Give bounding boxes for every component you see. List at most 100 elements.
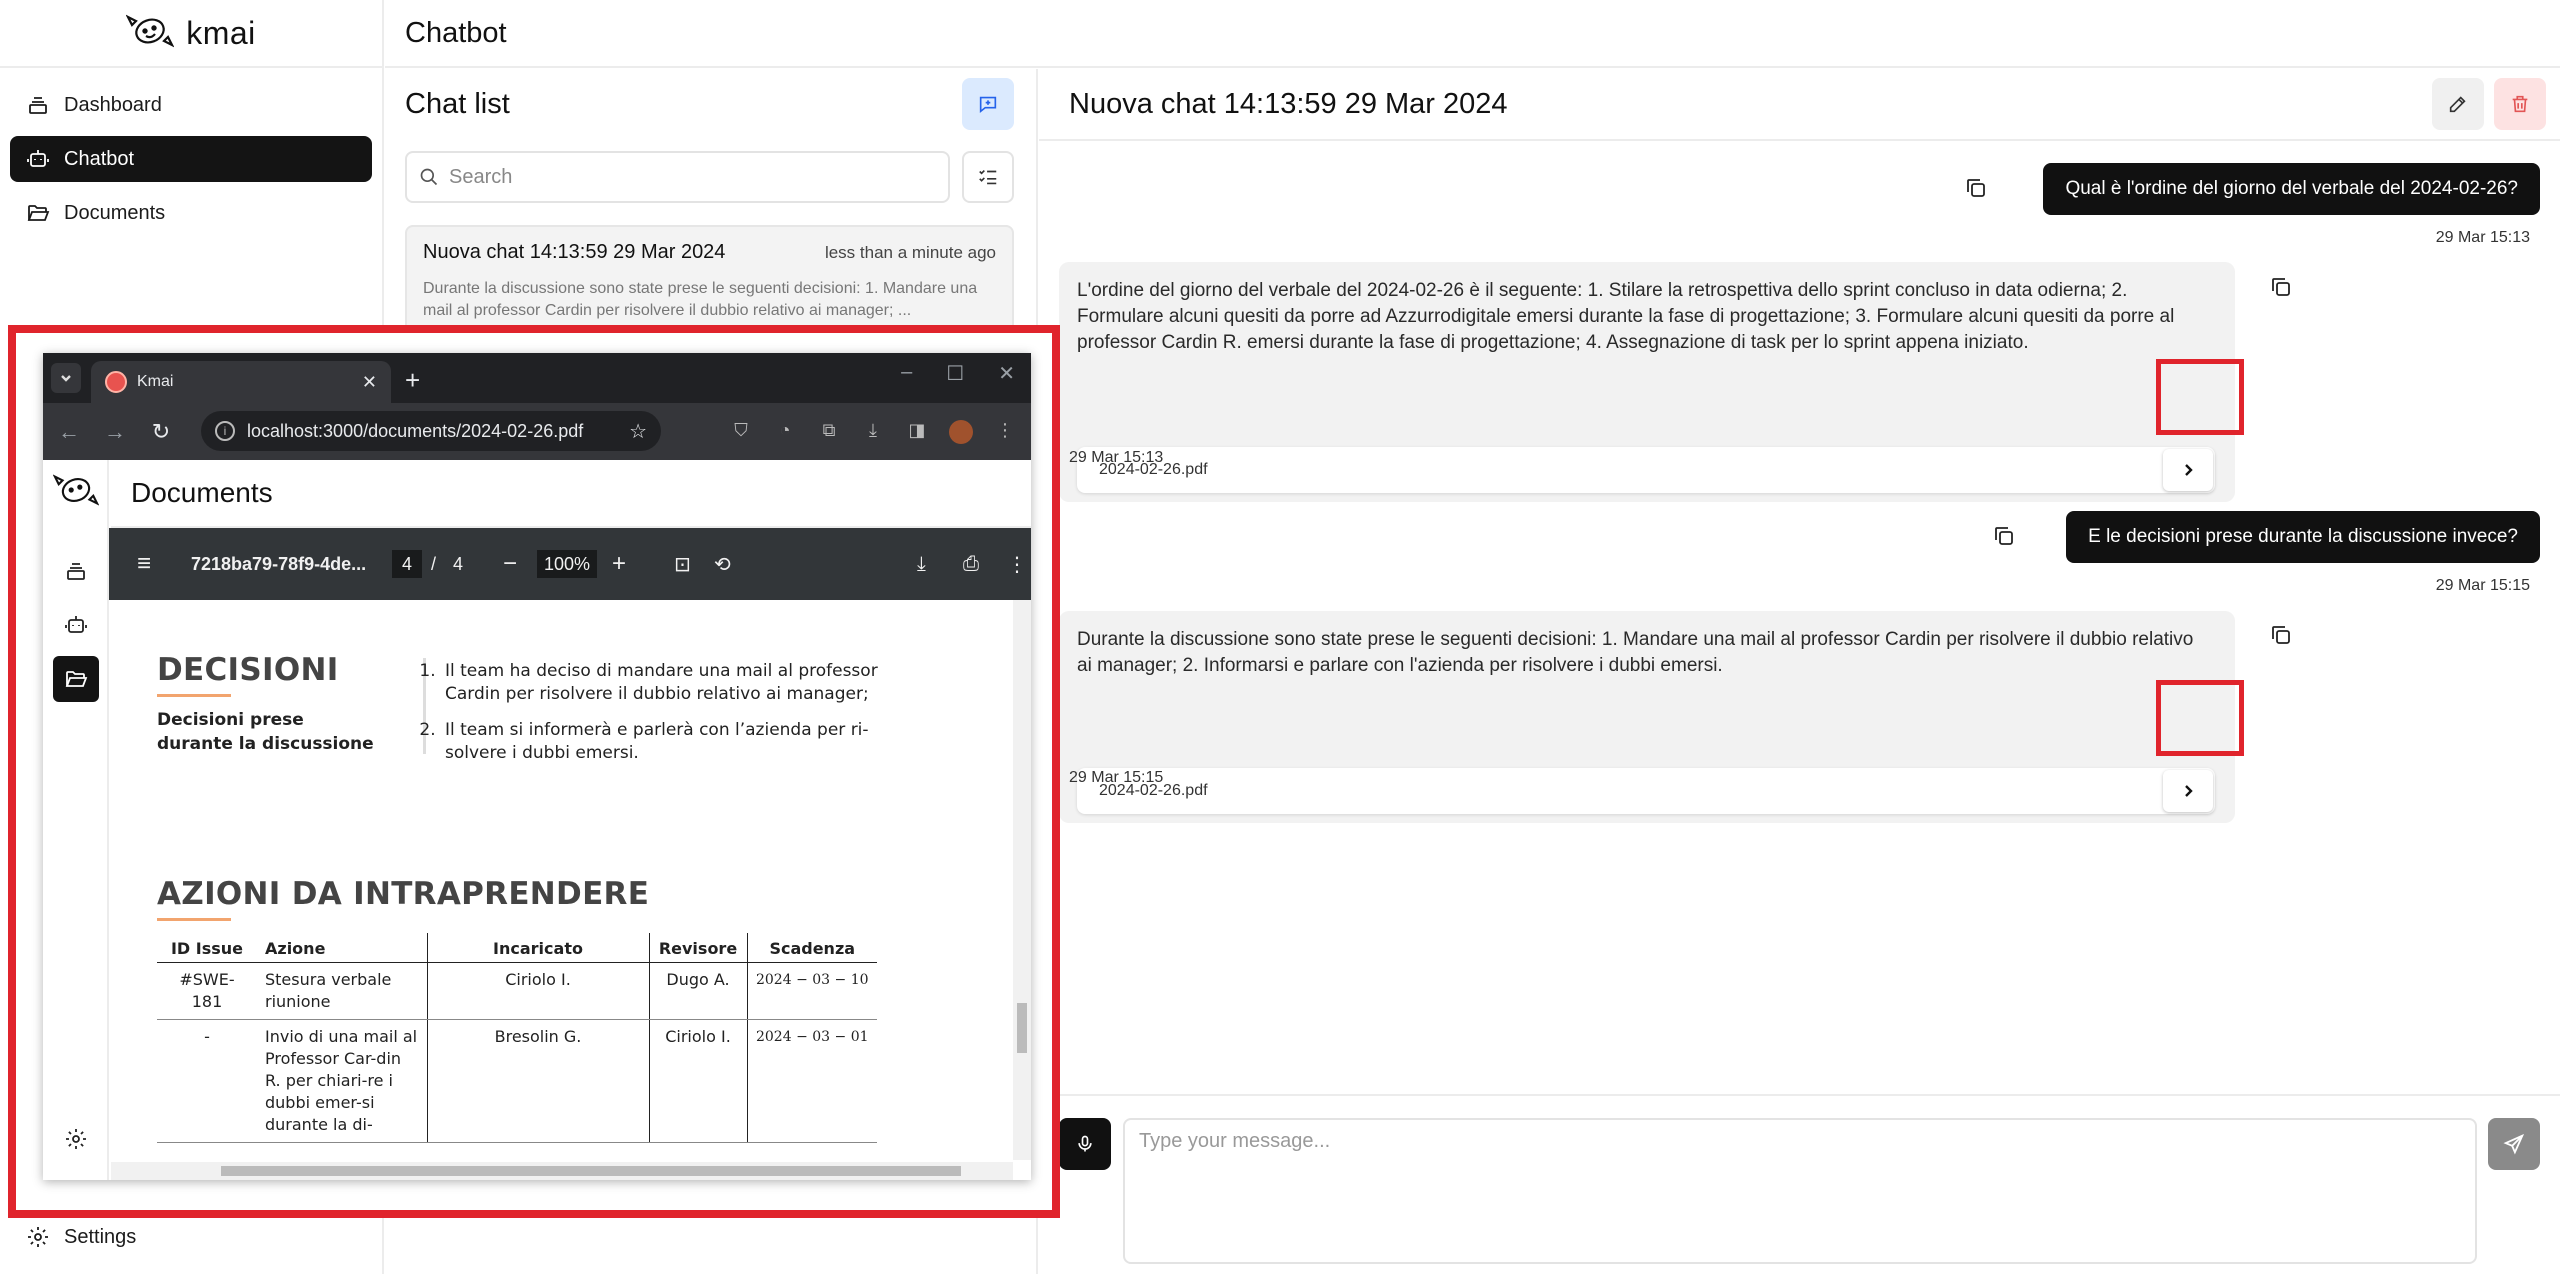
close-icon[interactable]: ✕ [362,372,377,393]
profile-avatar-icon[interactable] [949,419,973,444]
conversation-panel: Nuova chat 14:13:59 29 Mar 2024 Qual è l… [1039,69,2560,1274]
document-reference[interactable]: 2024-02-26.pdf [1077,768,2215,814]
chat-list-header: Chat list [385,69,1036,139]
chevron-down-icon [61,375,71,382]
shield-extension-icon[interactable]: ⛉ [729,420,753,444]
scrollbar-thumb[interactable] [221,1166,961,1176]
back-icon[interactable]: ← [57,419,81,445]
browser-tab[interactable]: Kmai ✕ [91,361,391,403]
puzzle-extensions-icon[interactable]: ⧉ [817,420,841,444]
maximize-icon[interactable]: ☐ [946,361,964,386]
timer-extension-icon[interactable]: ◔ [773,420,797,444]
message-timestamp: 29 Mar 15:13 [2435,229,2530,246]
more-menu-icon[interactable]: ⋮ [993,420,1017,444]
zoom-in-icon[interactable]: + [612,550,626,578]
new-tab-icon[interactable]: + [405,365,420,396]
brand-name: kmai [186,14,256,51]
browser-window: Kmai ✕ + – ☐ ✕ ← → ↻ i localhost:3000/do… [43,353,1031,1180]
forward-icon[interactable]: → [103,419,127,445]
address-bar[interactable]: i localhost:3000/documents/2024-02-26.pd… [201,411,661,451]
scrollbar-thumb[interactable] [1017,1003,1027,1053]
tab-search-button[interactable] [51,363,81,393]
side-panel-icon[interactable]: ◨ [905,420,929,444]
new-chat-button[interactable] [962,78,1014,130]
conversation-header: Nuova chat 14:13:59 29 Mar 2024 [1039,69,2560,141]
chat-item-time: less than a minute ago [824,243,996,262]
rotate-icon[interactable]: ⟲ [714,552,731,577]
conversation-title: Nuova chat 14:13:59 29 Mar 2024 [1069,87,1508,120]
gear-icon [66,1129,86,1149]
copy-icon[interactable] [2269,275,2293,299]
zoom-out-icon[interactable]: − [503,550,517,578]
app-page-title: Documents [111,460,1031,528]
actions-title: AZIONI DA INTRAPRENDERE [157,876,650,912]
table-cell: Invio di una mail al Professor Car-din R… [257,1019,427,1143]
sidebar-item-documents[interactable]: Documents [10,190,372,236]
copy-icon[interactable] [1992,524,2016,548]
chat-list-item[interactable]: Nuova chat 14:13:59 29 Mar 2024 less tha… [405,225,1014,335]
reload-icon[interactable]: ↻ [149,419,173,445]
open-document-button[interactable] [2163,770,2213,812]
fit-page-icon[interactable]: ⊡ [674,552,691,577]
chevron-right-icon [2185,464,2193,476]
delete-chat-button[interactable] [2494,78,2546,130]
table-row: - Invio di una mail al Professor Car-din… [157,1019,877,1143]
column-header: Incaricato [426,933,649,963]
document-reference[interactable]: 2024-02-26.pdf [1077,447,2215,493]
site-info-icon[interactable]: i [215,421,235,441]
send-button[interactable] [2488,1118,2540,1170]
sidebar-item-dashboard[interactable]: Dashboard [10,82,372,128]
gear-icon [28,1227,48,1247]
rail-documents-button[interactable] [53,656,99,702]
trash-icon [2512,95,2528,113]
menu-icon[interactable]: ≡ [137,550,161,578]
message-timestamp: 29 Mar 15:15 [1069,769,1164,786]
table-cell: Bresolin G. [426,1019,649,1143]
table-row: #SWE-181 Stesura verbale riunione Ciriol… [157,962,877,1020]
sidebar-item-settings[interactable]: Settings [10,1214,374,1260]
rail-dashboard-button[interactable] [53,548,99,594]
search-input[interactable] [449,165,936,189]
pdf-page: DECISIONI Decisioni prese durante la dis… [111,600,1011,1158]
copy-icon[interactable] [2269,623,2293,647]
close-window-icon[interactable]: ✕ [998,361,1015,386]
minimize-icon[interactable]: – [901,361,912,386]
open-document-button[interactable] [2163,449,2213,491]
candy-logo-icon [125,11,175,56]
more-options-icon[interactable]: ⋮ [1007,552,1027,577]
microphone-icon [1078,1135,1092,1152]
edit-chat-button[interactable] [2432,78,2484,130]
sidebar-item-chatbot[interactable]: Chatbot [10,136,372,182]
decision-item: Il team si informerà e parlerà con l’azi… [441,719,911,765]
user-message: Qual è l'ordine del giorno del verbale d… [2043,163,2540,215]
rail-settings-button[interactable] [53,1116,99,1162]
column-header: Azione [257,933,427,963]
microphone-button[interactable] [1059,1118,1111,1170]
send-icon [2503,1133,2525,1155]
print-icon[interactable]: ⎙ [963,553,979,576]
folder-icon [27,205,50,221]
sidebar-item-label: Dashboard [64,93,162,116]
horizontal-scrollbar[interactable] [111,1162,1013,1180]
vertical-scrollbar[interactable] [1013,600,1031,1160]
rail-chatbot-button[interactable] [53,602,99,648]
title-underline [157,694,231,697]
url-text: localhost:3000/documents/2024-02-26.pdf [247,420,584,441]
search-icon [420,168,438,186]
table-cell: Dugo A. [648,962,747,1020]
chevron-right-icon [2185,785,2193,797]
bookmark-star-icon[interactable]: ☆ [629,419,647,444]
zoom-input[interactable]: 100% [537,550,597,578]
message-plus-icon [979,96,997,114]
brand[interactable]: kmai [0,0,382,68]
page-number-input[interactable]: 4 [392,550,422,578]
column-header: Scadenza [746,933,877,963]
filter-button[interactable] [962,151,1014,203]
tab-title: Kmai [137,373,174,390]
message-input[interactable] [1123,1118,2477,1264]
download-icon[interactable]: ⤓ [861,420,885,444]
actions-table: ID Issue Azione Incaricato Revisore Scad… [157,933,877,1143]
copy-icon[interactable] [1964,176,1988,200]
download-icon[interactable]: ⤓ [917,553,926,576]
table-cell: Ciriolo I. [648,1019,747,1143]
